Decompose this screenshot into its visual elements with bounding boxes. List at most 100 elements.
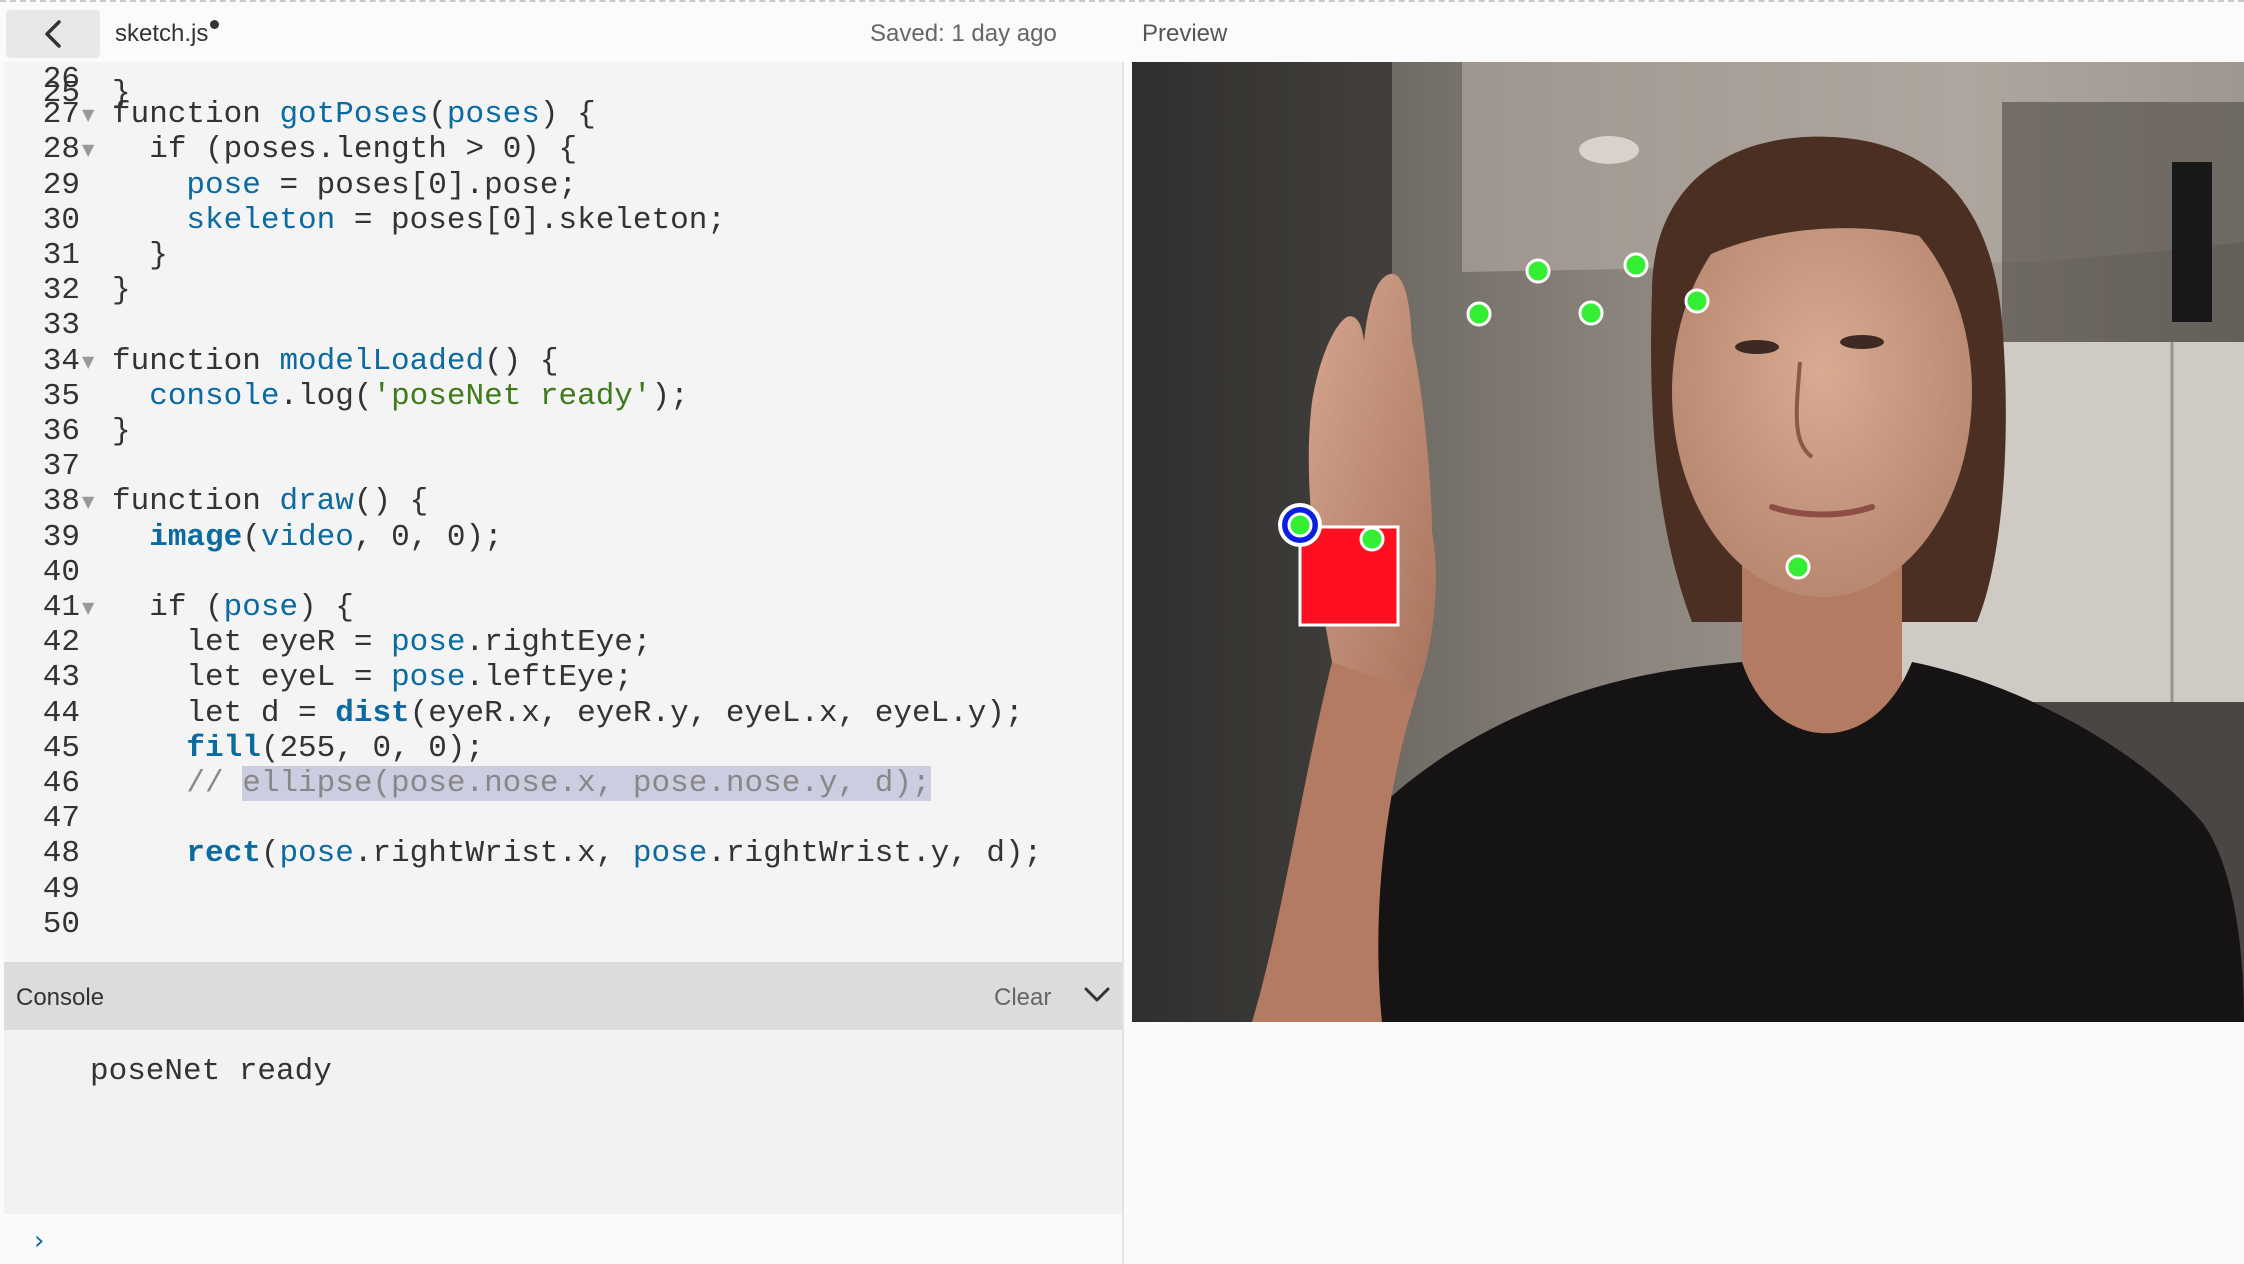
file-tab[interactable]: sketch.js	[115, 20, 220, 48]
code-line[interactable]: 26	[4, 62, 1122, 98]
line-number: 28	[42, 132, 80, 168]
line-code: console.log('poseNet ready');	[149, 378, 689, 414]
line-number: 32	[42, 273, 80, 309]
code-line[interactable]: 28 ▼ if (poses.length > 0) {	[4, 132, 1122, 168]
top-bar: sketch.js Saved: 1 day ago Preview	[0, 0, 2244, 62]
code-line[interactable]: 47	[4, 801, 1122, 837]
code-line[interactable]: 45 fill(255, 0, 0);	[4, 731, 1122, 767]
code-line[interactable]: 49	[4, 872, 1122, 908]
line-code: }	[112, 273, 131, 309]
code-line[interactable]: 33	[4, 308, 1122, 344]
code-line[interactable]: 39 image(video, 0, 0);	[4, 520, 1122, 556]
line-code: // ellipse(pose.nose.x, pose.nose.y, d);	[186, 766, 931, 801]
console-header: Console Clear	[4, 962, 1122, 1030]
code-line[interactable]: 50	[4, 907, 1122, 943]
code-line[interactable]: 35 console.log('poseNet ready');	[4, 379, 1122, 415]
line-code: fill(255, 0, 0);	[186, 730, 485, 766]
keypoint-right-wrist	[1287, 512, 1313, 538]
code-line[interactable]: 48 rect(pose.rightWrist.x, pose.rightWri…	[4, 836, 1122, 872]
line-number: 29	[42, 167, 80, 203]
code-line[interactable]: 44 let d = dist(eyeR.x, eyeR.y, eyeL.x, …	[4, 696, 1122, 732]
line-code: function draw() {	[112, 484, 429, 520]
line-number: 43	[42, 660, 80, 696]
line-code: }	[112, 238, 168, 273]
line-code: image(video, 0, 0);	[149, 519, 503, 555]
code-line[interactable]: 46 // ellipse(pose.nose.x, pose.nose.y, …	[4, 766, 1122, 802]
line-number: 33	[42, 308, 80, 344]
code-line[interactable]: 30 skeleton = poses[0].skeleton;	[4, 203, 1122, 239]
line-number: 42	[42, 625, 80, 661]
line-number: 35	[42, 378, 80, 414]
line-number: 34	[42, 343, 80, 379]
console-input[interactable]: ›	[4, 1214, 1122, 1264]
fold-arrow-icon[interactable]: ▼	[82, 97, 94, 133]
keypoint-right-wrist-inner	[1359, 526, 1385, 552]
line-code: if (poses.length > 0) {	[149, 132, 578, 168]
console-clear-button[interactable]: Clear	[994, 984, 1051, 1012]
keypoint-nose	[1578, 300, 1604, 326]
code-line[interactable]: 43 let eyeL = pose.leftEye;	[4, 660, 1122, 696]
keypoint-right-eye	[1525, 258, 1551, 284]
fold-arrow-icon[interactable]: ▼	[82, 590, 94, 626]
line-number: 47	[42, 801, 80, 837]
chevron-left-icon	[45, 20, 61, 48]
code-line[interactable]: 38 ▼ function draw() {	[4, 484, 1122, 520]
chevron-down-icon[interactable]	[1082, 980, 1112, 1010]
fold-arrow-icon[interactable]: ▼	[82, 344, 94, 380]
dark-object	[2172, 162, 2212, 322]
line-number: 26	[42, 62, 80, 97]
line-number: 49	[42, 871, 80, 907]
line-number: 45	[42, 730, 80, 766]
code-line[interactable]: 32}	[4, 273, 1122, 309]
preview-label: Preview	[1142, 20, 1228, 47]
code-line[interactable]: 31 }	[4, 238, 1122, 274]
chevron-right-icon: ›	[34, 1226, 45, 1256]
line-number: 44	[42, 695, 80, 731]
line-number: 39	[42, 519, 80, 555]
code-line[interactable]: 37	[4, 449, 1122, 485]
line-number: 27	[42, 97, 80, 133]
console-message: poseNet ready	[90, 1054, 332, 1089]
right-eye	[1735, 340, 1779, 354]
saved-status: Saved: 1 day ago	[870, 20, 1057, 47]
line-number: 41	[42, 590, 80, 625]
line-code: pose = poses[0].pose;	[186, 167, 578, 203]
keypoint-right-ear	[1466, 301, 1492, 327]
line-number: 40	[42, 554, 80, 590]
code-line[interactable]: 27 ▼ function gotPoses(poses) {	[4, 97, 1122, 133]
code-editor[interactable]: 25} 26 27 ▼ function gotPoses(poses) {28 ▼ i…	[4, 62, 1122, 962]
keypoint-left-shoulder	[1785, 554, 1811, 580]
code-line[interactable]: 29 pose = poses[0].pose;	[4, 168, 1122, 204]
code-line[interactable]: 34 ▼ function modelLoaded() {	[4, 344, 1122, 380]
code-line[interactable]: 40	[4, 555, 1122, 591]
code-line[interactable]: 41 ▼ if (pose) {	[4, 590, 1122, 626]
line-number: 38	[42, 484, 80, 520]
line-code: if (pose) {	[149, 590, 354, 625]
code-line[interactable]: 36}	[4, 414, 1122, 450]
line-number: 50	[42, 906, 80, 942]
unsaved-indicator	[210, 20, 220, 29]
line-code: function modelLoaded() {	[112, 343, 559, 379]
line-number: 46	[42, 766, 80, 801]
fold-arrow-icon[interactable]: ▼	[82, 484, 94, 520]
console-output: poseNet ready	[4, 1030, 1122, 1214]
line-code: let d = dist(eyeR.x, eyeR.y, eyeL.x, eye…	[186, 695, 1024, 731]
ceiling-light	[1579, 136, 1639, 164]
code-line[interactable]: 42 let eyeR = pose.rightEye;	[4, 625, 1122, 661]
line-number: 31	[42, 238, 80, 273]
back-button[interactable]	[6, 10, 100, 58]
console-title: Console	[16, 984, 105, 1011]
file-name: sketch.js	[115, 20, 209, 47]
pane-divider[interactable]	[1122, 62, 1124, 1264]
line-number: 36	[42, 414, 80, 449]
fold-arrow-icon[interactable]: ▼	[82, 132, 94, 168]
line-number: 48	[42, 836, 80, 872]
keypoint-left-ear	[1684, 288, 1710, 314]
line-code: rect(pose.rightWrist.x, pose.rightWrist.…	[186, 836, 1043, 872]
line-number: 37	[42, 449, 80, 485]
sketch-canvas	[1132, 62, 2244, 1022]
line-code: let eyeL = pose.leftEye;	[186, 660, 633, 696]
line-number: 30	[42, 202, 80, 238]
preview-canvas[interactable]	[1132, 62, 2244, 1022]
line-code: skeleton = poses[0].skeleton;	[186, 202, 726, 238]
